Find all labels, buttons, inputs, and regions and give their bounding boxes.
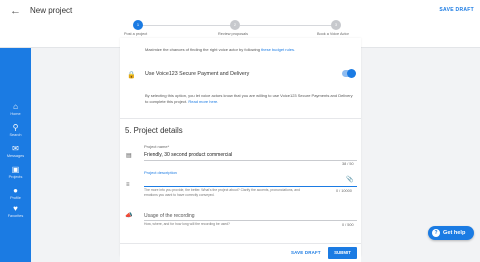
step-3-dot: 3 [331,20,341,30]
sidebar-item-messages[interactable]: ✉ Messages [0,144,31,158]
messages-icon: ✉ [12,144,19,153]
favorites-icon: ♥ [13,204,18,213]
secure-payment-text: By selecting this option, you let voice … [145,93,353,104]
save-draft-header-button[interactable]: SAVE DRAFT [439,7,474,13]
sidebar-item-home[interactable]: ⌂ Home [0,102,31,116]
help-icon: ? [432,229,440,237]
project-description-underline [144,186,357,187]
search-icon: ⚲ [12,123,19,132]
sidebar-item-projects[interactable]: ▣ Projects [0,165,31,179]
step-1-label: Post a project [124,32,148,36]
step-2-label: Review proposals [218,32,248,36]
form-actions: SAVE DRAFT SUBMIT [120,243,361,262]
project-description-helper: The more info you provide, the better. W… [144,188,300,197]
sidebar-item-label: Home [10,112,21,116]
profile-icon: ● [13,186,18,195]
project-name-underline [144,160,357,161]
section-divider [120,118,361,119]
read-more-link[interactable]: Read more here. [188,99,218,104]
get-help-button[interactable]: ? Get help [428,226,474,240]
sidebar-item-label: Profile [10,196,21,200]
budget-rules-link[interactable]: these budget rules. [261,47,295,52]
megaphone-icon: 📣 [125,213,133,219]
usage-input[interactable]: Usage of the recording [144,213,195,219]
project-name-label: Project name* [144,144,170,149]
save-draft-button[interactable]: SAVE DRAFT [291,250,321,255]
get-help-label: Get help [443,230,466,236]
project-name-input[interactable]: Friendly, 30 second product commercial [144,152,232,158]
usage-underline [144,220,357,221]
calendar-icon: ▤ [126,153,132,159]
sidebar-item-label: Projects [8,175,23,179]
usage-counter: 0 / 500 [342,223,354,227]
step-2-dot: 2 [230,20,240,30]
sidebar-item-favorites[interactable]: ♥ Favorites [0,204,31,218]
back-arrow-icon[interactable]: ← [10,5,21,17]
sidebar-item-profile[interactable]: ● Profile [0,186,31,200]
sidebar-item-label: Search [9,133,22,137]
project-name-counter: 38 / 50 [342,162,354,166]
projects-icon: ▣ [11,165,20,174]
section-title: 5. Project details [125,126,183,135]
home-icon: ⌂ [13,102,18,111]
step-connector [240,25,332,26]
page-title: New project [30,6,73,15]
submit-button[interactable]: SUBMIT [328,247,357,259]
step-1-dot: 1 [133,20,143,30]
attachment-icon[interactable]: 📎 [346,176,353,183]
step-connector [142,25,234,26]
usage-helper: How, where, and for how long will the re… [144,222,230,226]
sidebar-item-search[interactable]: ⚲ Search [0,123,31,137]
sidebar-item-label: Messages [6,154,25,158]
sidebar: ⌂ Home ⚲ Search ✉ Messages ▣ Projects ● … [0,48,31,262]
budget-tip: Maximize the chances of finding the righ… [145,47,295,52]
project-description-label: Project description [144,170,177,175]
project-form-card: Maximize the chances of finding the righ… [120,38,361,256]
budget-tip-text: Maximize the chances of finding the righ… [145,47,262,52]
text-lines-icon: ≡ [126,182,130,188]
secure-payment-label: Use Voice123 Secure Payment and Delivery [145,71,250,77]
toggle-knob [347,69,356,78]
secure-payment-toggle[interactable] [342,69,356,78]
secure-payment-description: By selecting this option, you let voice … [145,93,355,105]
lock-icon: 🔒 [127,72,136,79]
step-3-label: Book a Voice Actor [317,32,349,36]
project-description-counter: 0 / 10000 [336,189,352,193]
sidebar-item-label: Favorites [7,214,24,218]
project-description-input[interactable] [144,177,340,184]
